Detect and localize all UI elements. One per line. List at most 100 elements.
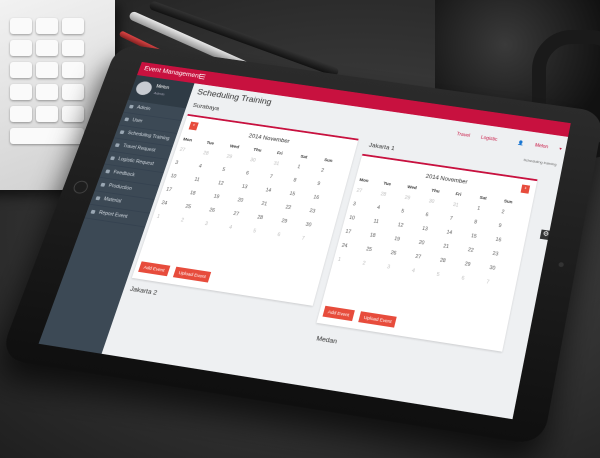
calendar-day[interactable]: 20 (418, 240, 444, 249)
logistic-link[interactable]: Logistic (480, 135, 498, 143)
calendar-day[interactable]: 28 (439, 258, 465, 267)
calendar-day[interactable]: 3 (204, 221, 230, 230)
calendar-day[interactable]: 8 (473, 220, 499, 229)
calendar-day[interactable]: 26 (208, 208, 234, 217)
calendar-day[interactable]: 27 (356, 188, 381, 197)
calendar-day[interactable]: 30 (428, 199, 454, 208)
weekday-label: Wed (407, 184, 432, 192)
calendar-day[interactable]: 22 (285, 205, 311, 214)
calendar-day[interactable]: 31 (452, 202, 478, 211)
calendar-day[interactable]: 19 (213, 194, 239, 203)
calendar-day[interactable]: 30 (489, 265, 515, 274)
upload-event-button[interactable]: Upload Event (173, 267, 211, 283)
calendar-day[interactable]: 4 (228, 225, 254, 234)
calendar-day[interactable]: 26 (390, 250, 416, 259)
calendar-day[interactable]: 12 (217, 181, 242, 190)
calendar-day[interactable]: 8 (293, 178, 318, 187)
calendar-day[interactable]: 2 (501, 209, 527, 218)
calendar-day[interactable]: 4 (411, 268, 437, 277)
calendar-day[interactable]: 28 (202, 151, 227, 160)
calendar-actions: Add Event Upload Event (138, 256, 215, 284)
calendar-day[interactable]: 4 (376, 205, 402, 214)
calendar-day[interactable]: 15 (470, 233, 496, 242)
calendar-day[interactable]: 3 (352, 202, 378, 211)
calendar-day[interactable]: 1 (156, 214, 182, 223)
calendar-day[interactable]: 27 (232, 211, 258, 220)
calendar-day[interactable]: 30 (249, 158, 274, 167)
calendar-day[interactable]: 7 (269, 174, 294, 183)
calendar-day[interactable]: 11 (193, 177, 218, 186)
calendar-day[interactable]: 14 (265, 188, 290, 197)
gear-icon[interactable]: ⚙ (540, 229, 552, 240)
calendar-day[interactable]: 9 (316, 181, 341, 190)
calendar-day[interactable]: 6 (461, 276, 487, 286)
calendar-day[interactable]: 16 (495, 237, 521, 246)
calendar-day[interactable]: 3 (386, 264, 412, 273)
calendar-day[interactable]: 21 (443, 244, 469, 253)
calendar-day[interactable]: 23 (309, 208, 335, 217)
calendar-day[interactable]: 18 (369, 233, 395, 242)
calendar-day[interactable]: 6 (245, 171, 270, 180)
home-button[interactable] (72, 180, 90, 195)
calendar-day[interactable]: 29 (464, 261, 490, 270)
calendar-day[interactable]: 31 (273, 161, 298, 170)
calendar-day[interactable]: 28 (256, 215, 282, 224)
calendar-day[interactable]: 1 (337, 257, 363, 266)
calendar-day[interactable]: 13 (421, 226, 447, 235)
calendar-day[interactable]: 9 (498, 223, 524, 232)
calendar-day[interactable]: 7 (486, 279, 512, 289)
calendar-day[interactable]: 24 (161, 200, 187, 209)
calendar-day[interactable]: 23 (492, 251, 518, 260)
keyboard-key (62, 106, 84, 122)
calendar-day[interactable]: 29 (404, 195, 429, 204)
calendar-day[interactable]: 14 (446, 230, 472, 239)
calendar-day[interactable]: 25 (184, 204, 210, 213)
chevron-down-icon: ▾ (557, 146, 562, 152)
travel-link[interactable]: Travel (456, 132, 470, 139)
calendar-day[interactable]: 17 (165, 187, 191, 196)
calendar-day[interactable]: 12 (397, 222, 423, 231)
calendar-day[interactable]: 17 (345, 229, 371, 238)
calendar-day[interactable]: 2 (180, 218, 206, 227)
calendar-day[interactable]: 2 (320, 168, 345, 177)
calendar-day[interactable]: 1 (297, 164, 322, 173)
calendar-day[interactable]: 4 (198, 164, 223, 173)
calendar-day[interactable]: 5 (252, 229, 278, 238)
calendar-day[interactable]: 5 (221, 167, 246, 176)
calendar-day[interactable]: 28 (380, 192, 405, 201)
calendar-day[interactable]: 22 (467, 247, 493, 256)
calendar-day[interactable]: 10 (348, 215, 374, 224)
user-menu[interactable]: 👤 Melon ▾ (508, 139, 563, 152)
calendar-day[interactable]: 16 (313, 195, 339, 204)
add-event-button[interactable]: Add Event (138, 261, 170, 276)
calendar-day[interactable]: 21 (261, 201, 287, 210)
calendar-day[interactable]: 13 (241, 184, 266, 193)
calendar-day[interactable]: 25 (365, 247, 391, 256)
calendar-day[interactable]: 5 (436, 272, 462, 282)
calendar-day[interactable]: 19 (393, 236, 419, 245)
nav-icon (105, 169, 110, 173)
calendar-day[interactable]: 15 (289, 191, 315, 200)
calendar-day[interactable]: 5 (400, 209, 426, 218)
calendar-day[interactable]: 6 (425, 212, 451, 221)
calendar-day[interactable]: 27 (415, 254, 441, 263)
calendar-day[interactable]: 3 (174, 160, 199, 169)
add-event-button[interactable]: Add Event (322, 306, 354, 321)
calendar-day[interactable]: 1 (477, 206, 503, 215)
upload-event-button[interactable]: Upload Event (358, 311, 397, 327)
calendar-day[interactable]: 29 (281, 218, 307, 227)
hamburger-icon[interactable]: ☰ (197, 73, 206, 81)
calendar-day[interactable]: 20 (237, 198, 263, 207)
calendar-day[interactable]: 11 (373, 219, 399, 228)
avatar[interactable] (134, 81, 154, 96)
calendar-day[interactable]: 27 (179, 147, 204, 156)
calendar-day[interactable]: 24 (341, 243, 367, 252)
calendar-day[interactable]: 18 (189, 190, 215, 199)
calendar-day[interactable]: 10 (170, 173, 195, 182)
calendar-day[interactable]: 30 (305, 222, 331, 231)
calendar-day[interactable]: 7 (301, 236, 327, 245)
calendar-day[interactable]: 6 (277, 232, 303, 241)
calendar-day[interactable]: 2 (362, 261, 388, 270)
calendar-day[interactable]: 29 (226, 154, 251, 163)
calendar-day[interactable]: 7 (449, 216, 475, 225)
